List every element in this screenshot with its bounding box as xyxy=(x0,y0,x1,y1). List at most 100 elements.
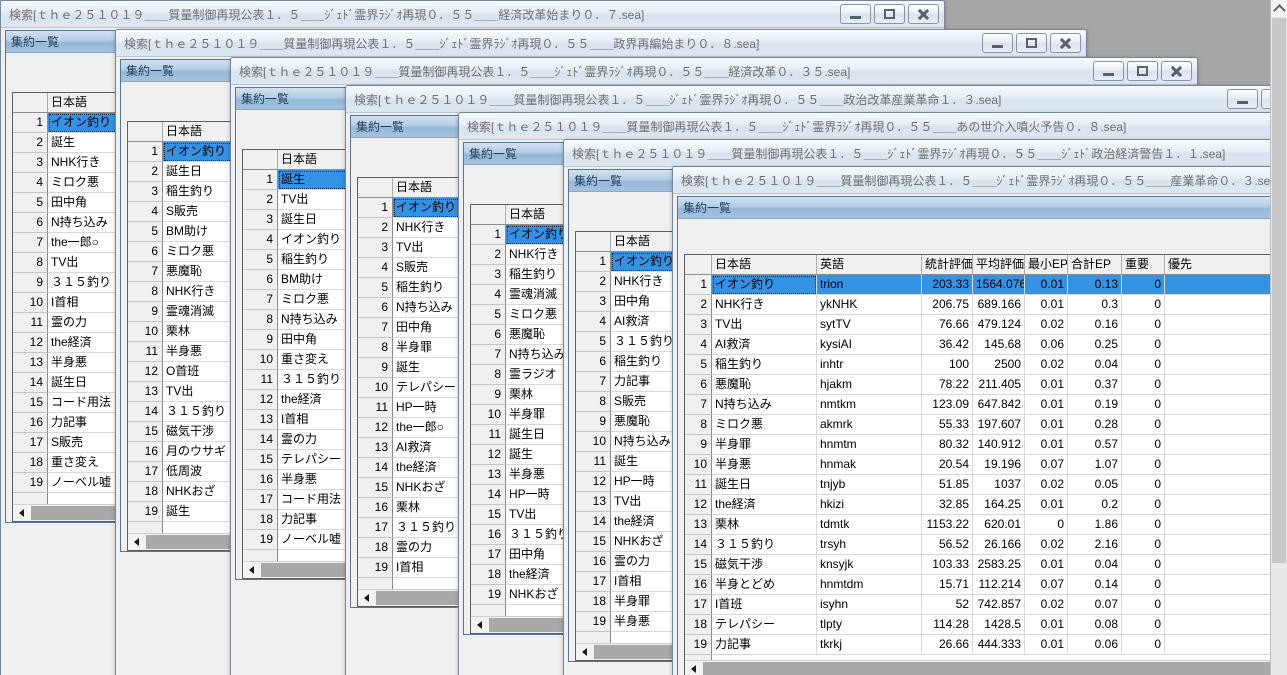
child-title-bar[interactable]: 集約一覧 xyxy=(569,170,680,192)
table-row[interactable]: 16栗林 xyxy=(358,498,463,518)
column-header[interactable]: 日本語 xyxy=(611,232,681,252)
table-row[interactable]: 10半身悪hnmak20.5419.1960.071.070 xyxy=(685,455,1284,475)
table-row[interactable]: 4S販売 xyxy=(358,258,463,278)
table-cell[interactable]: 半身悪 xyxy=(163,342,233,362)
table-row[interactable]: 4ミロク悪 xyxy=(13,173,118,193)
row-number[interactable]: 13 xyxy=(128,382,163,402)
table-cell[interactable]: 0 xyxy=(1122,475,1165,495)
row-number[interactable]: 19 xyxy=(128,502,163,522)
row-number[interactable]: 5 xyxy=(13,193,48,213)
table-row[interactable]: 2NHK行き xyxy=(471,245,576,265)
table-row[interactable]: 8霊ラジオ xyxy=(471,365,576,385)
row-number[interactable]: 19 xyxy=(243,530,278,550)
window-title-bar[interactable]: 検索[ｔｈｅ２５１０１９＿＿質量制御再現公表１．５＿＿ｼﾞｪﾄﾞ霊界ﾗｼﾞｵ再現… xyxy=(673,167,1287,194)
table-cell[interactable]: 0.01 xyxy=(1025,555,1068,575)
table-cell[interactable]: 0.04 xyxy=(1068,355,1122,375)
row-number[interactable]: 4 xyxy=(576,312,611,332)
table-cell[interactable] xyxy=(1165,315,1275,335)
close-button[interactable] xyxy=(908,4,939,24)
table-cell[interactable]: the一郎○ xyxy=(48,233,118,253)
table-cell[interactable]: knsyjk xyxy=(817,555,922,575)
table-row[interactable]: 7the一郎○ xyxy=(13,233,118,253)
table-row[interactable]: 7悪魔恥 xyxy=(128,262,233,282)
table-row[interactable]: 15NHKおざ xyxy=(358,478,463,498)
table-row[interactable]: 8N持ち込み xyxy=(243,310,348,330)
table-cell[interactable]: 2500 xyxy=(973,355,1025,375)
maximize-button[interactable] xyxy=(1016,33,1047,53)
table-cell[interactable]: 15.71 xyxy=(922,575,973,595)
row-number[interactable]: 8 xyxy=(243,310,278,330)
table-row[interactable]: 6BM助け xyxy=(243,270,348,290)
table-cell[interactable] xyxy=(1165,295,1275,315)
row-number[interactable]: 9 xyxy=(13,273,48,293)
row-number[interactable]: 3 xyxy=(685,315,712,335)
table-cell[interactable]: S販売 xyxy=(163,202,233,222)
table-row[interactable]: 8ミロク悪akmrk55.33197.6070.010.280 xyxy=(685,415,1284,435)
row-number[interactable]: 8 xyxy=(576,392,611,412)
row-number[interactable]: 18 xyxy=(685,615,712,635)
table-cell[interactable]: 田中角 xyxy=(611,292,681,312)
table-row[interactable]: 16月のウサギ xyxy=(128,442,233,462)
row-number[interactable]: 8 xyxy=(358,338,393,358)
table-cell[interactable]: 半身悪 xyxy=(712,455,817,475)
table-cell[interactable]: NHK行き xyxy=(393,218,463,238)
table-cell[interactable]: HP一時 xyxy=(611,472,681,492)
table-cell[interactable] xyxy=(1165,375,1275,395)
table-cell[interactable]: 稲生釣り xyxy=(393,278,463,298)
scroll-up-button[interactable] xyxy=(1271,0,1287,17)
scroll-left-button[interactable] xyxy=(576,644,593,659)
row-number[interactable]: 4 xyxy=(13,173,48,193)
table-cell[interactable]: 112.214 xyxy=(973,575,1025,595)
table-cell[interactable]: 145.68 xyxy=(973,335,1025,355)
child-title-bar[interactable]: 集約一覧 xyxy=(236,88,347,110)
table-cell[interactable]: 0.01 xyxy=(1025,495,1068,515)
row-number[interactable]: 11 xyxy=(13,313,48,333)
table-cell[interactable]: 140.912 xyxy=(973,435,1025,455)
row-number[interactable]: 16 xyxy=(13,413,48,433)
row-number[interactable]: 10 xyxy=(13,293,48,313)
table-cell[interactable]: 26.66 xyxy=(922,635,973,655)
row-number[interactable]: 6 xyxy=(685,375,712,395)
table-row[interactable]: 6N持ち込み xyxy=(358,298,463,318)
table-row[interactable]: 4S販売 xyxy=(128,202,233,222)
row-number[interactable]: 14 xyxy=(243,430,278,450)
table-row[interactable]: 19ノーベル嘘 xyxy=(13,473,118,493)
table-cell[interactable]: 半身とどめ xyxy=(712,575,817,595)
table-cell[interactable]: 26.166 xyxy=(973,535,1025,555)
table-row[interactable]: 7N持ち込みnmtkm123.09647.8420.010.190 xyxy=(685,395,1284,415)
column-header[interactable]: 合計EP xyxy=(1068,255,1122,275)
table-row[interactable]: 1イオン釣り xyxy=(576,252,681,272)
table-cell[interactable]: inhtr xyxy=(817,355,922,375)
table-cell[interactable]: O首班 xyxy=(163,362,233,382)
table-row[interactable]: 5BM助け xyxy=(128,222,233,242)
table-cell[interactable]: the一郎○ xyxy=(393,418,463,438)
table-cell[interactable]: 霊の力 xyxy=(611,552,681,572)
row-number[interactable]: 2 xyxy=(13,133,48,153)
table-cell[interactable] xyxy=(1165,615,1275,635)
row-number[interactable]: 3 xyxy=(128,182,163,202)
table-row[interactable]: 8NHK行き xyxy=(128,282,233,302)
row-number[interactable]: 7 xyxy=(243,290,278,310)
table-cell[interactable]: 半身罪 xyxy=(611,592,681,612)
row-number[interactable]: 19 xyxy=(471,585,506,605)
horizontal-scrollbar[interactable] xyxy=(358,589,463,606)
row-number[interactable]: 11 xyxy=(243,370,278,390)
table-cell[interactable]: S販売 xyxy=(48,433,118,453)
row-number[interactable]: 7 xyxy=(685,395,712,415)
horizontal-scrollbar-thumb[interactable] xyxy=(594,645,681,659)
row-number[interactable]: 1 xyxy=(128,142,163,162)
row-number[interactable]: 14 xyxy=(13,373,48,393)
table-row[interactable]: 9田中角 xyxy=(243,330,348,350)
vertical-scrollbar-thumb[interactable] xyxy=(1272,18,1286,563)
table-cell[interactable]: 0.01 xyxy=(1025,295,1068,315)
table-cell[interactable]: 1153.22 xyxy=(922,515,973,535)
table-row[interactable]: 10I首相 xyxy=(13,293,118,313)
table-cell[interactable] xyxy=(1165,635,1275,655)
table-row[interactable]: 15コード用法 xyxy=(13,393,118,413)
row-number[interactable]: 16 xyxy=(471,525,506,545)
table-cell[interactable]: 低周波 xyxy=(163,462,233,482)
table-cell[interactable]: 誕生 xyxy=(611,452,681,472)
horizontal-scrollbar-thumb[interactable] xyxy=(703,662,1270,675)
table-cell[interactable]: 誕生 xyxy=(278,170,348,190)
table-cell[interactable]: ３１５釣り xyxy=(163,402,233,422)
